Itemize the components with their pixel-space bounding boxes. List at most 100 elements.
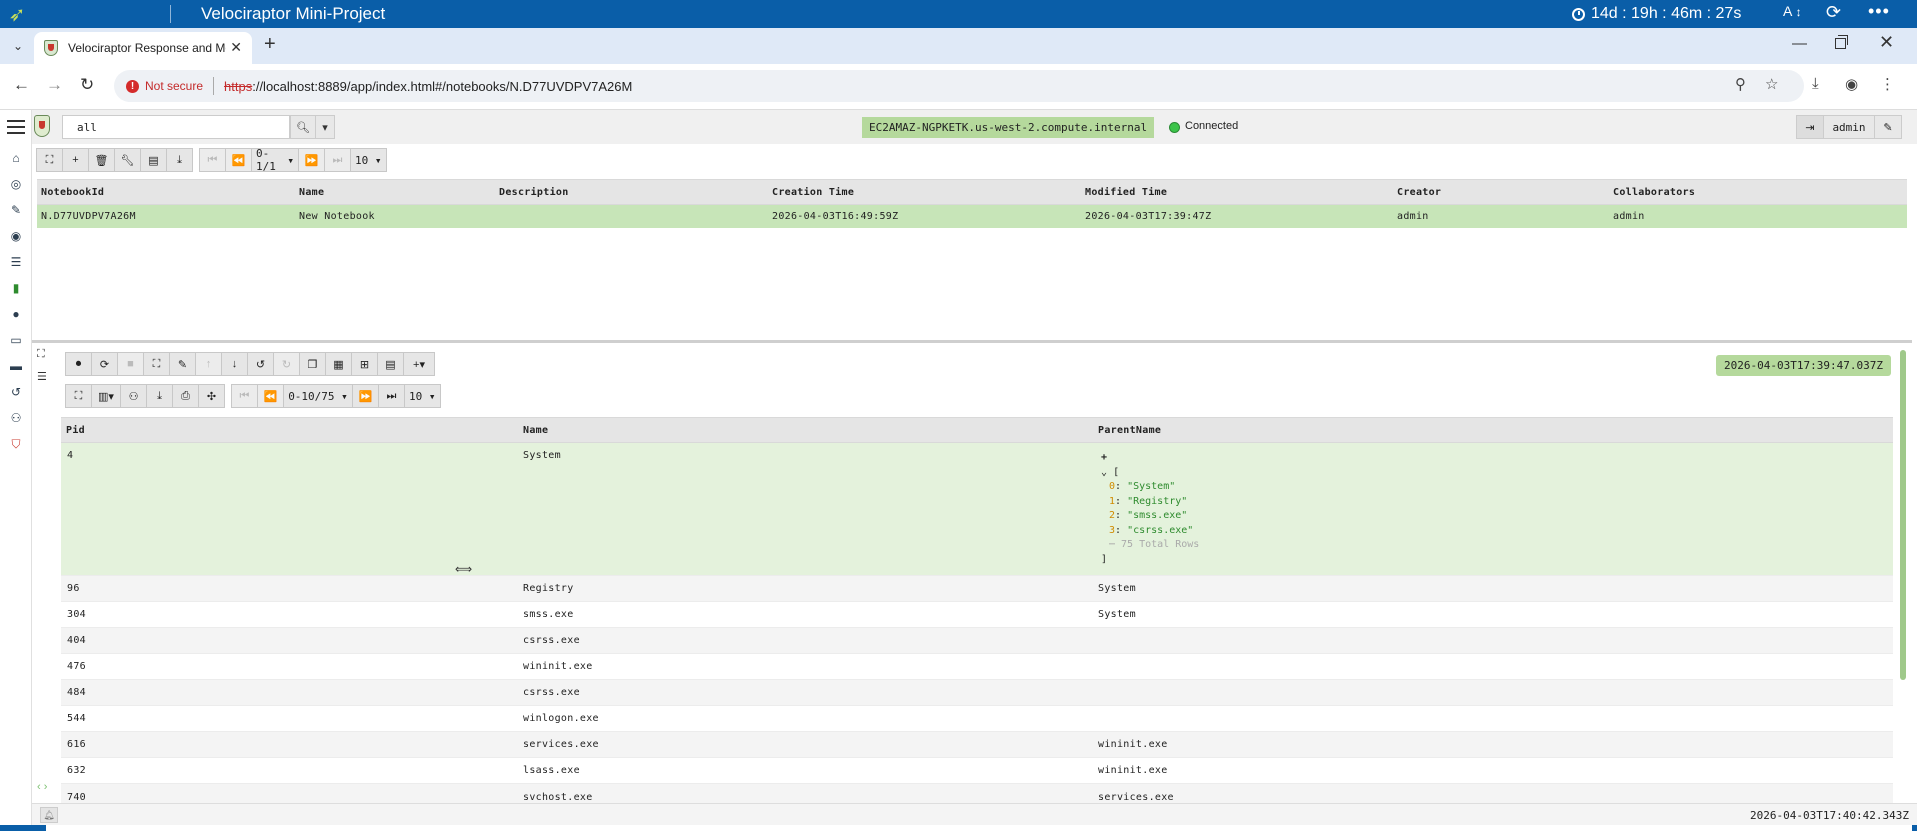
table-row[interactable]: 476 wininit.exe <box>61 654 1893 680</box>
tab-close-icon[interactable]: ✕ <box>230 39 242 56</box>
zoom-icon[interactable]: ⚲ <box>1735 75 1746 93</box>
tab-search-chevron-icon[interactable]: ⌄ <box>6 34 30 58</box>
more-icon[interactable]: ••• <box>1868 1 1890 22</box>
column-header[interactable]: Name <box>299 180 324 204</box>
url-field[interactable]: ! Not secure https ://localhost:8889/app… <box>114 70 1804 102</box>
move-down-icon[interactable]: ↓ <box>221 352 248 376</box>
client-search-input[interactable]: all <box>62 115 290 139</box>
page-range-dropdown[interactable]: 0-1/1 ▾ <box>251 147 299 173</box>
export-results-icon[interactable]: ⎙ <box>172 384 199 408</box>
column-header[interactable]: Creator <box>1397 180 1441 204</box>
next-page-icon[interactable]: ⏩ <box>298 148 325 172</box>
minimize-icon[interactable]: — <box>1792 35 1807 52</box>
eye-icon[interactable]: ◉ <box>8 228 24 244</box>
new-tab-icon[interactable]: + <box>264 33 276 56</box>
home-icon[interactable]: ⌂ <box>8 150 24 166</box>
undo-icon[interactable]: ↺ <box>247 352 274 376</box>
collapse-arrows-icon[interactable]: ‹ › <box>37 781 47 793</box>
results-page-range-dropdown[interactable]: 0-10/75 ▾ <box>283 384 353 408</box>
column-header[interactable]: Name <box>523 418 548 442</box>
binoculars-icon[interactable]: ⚇ <box>8 410 24 426</box>
notebook-icon[interactable]: ▮ <box>8 280 24 296</box>
list-icon[interactable]: ☰ <box>37 370 47 383</box>
collapse-chevron-icon[interactable]: ⌄ <box>1101 467 1107 478</box>
stop-icon[interactable]: ⏺ <box>65 352 92 376</box>
calendar-icon[interactable]: ▦ <box>325 352 352 376</box>
expand-all-icon[interactable]: ✣ <box>198 384 225 408</box>
table-row[interactable]: 96 Registry System <box>61 576 1893 602</box>
refresh-icon[interactable]: ⟳ <box>1826 2 1841 23</box>
restore-icon[interactable] <box>1835 35 1848 49</box>
logout-icon[interactable]: ⇥ <box>1797 116 1823 138</box>
download-results-icon[interactable]: ⤓ <box>146 384 173 408</box>
column-header[interactable]: ParentName <box>1098 418 1161 442</box>
table-row[interactable]: N.D77UVDPV7A26M New Notebook 2026-04-03T… <box>37 205 1907 228</box>
browser-menu-icon[interactable]: ⋮ <box>1880 75 1895 93</box>
prev-page-icon[interactable]: ⏪ <box>225 148 252 172</box>
user-icon[interactable]: ● <box>8 306 24 322</box>
column-header[interactable]: NotebookId <box>41 180 104 204</box>
user-settings-icon[interactable]: ✎ <box>1875 116 1901 138</box>
expand-plus-icon[interactable]: + <box>1101 451 1199 466</box>
wrench-icon[interactable]: ✎ <box>8 202 24 218</box>
table-row[interactable]: 4 System + ⌄ [ 0: "System" 1: "Registry"… <box>61 443 1893 576</box>
column-header[interactable]: Modified Time <box>1085 180 1167 204</box>
notification-bell-icon[interactable]: 🔔︎ <box>40 807 58 823</box>
table-row[interactable]: 304 smss.exe System <box>61 602 1893 628</box>
window-close-icon[interactable]: ✕ <box>1879 32 1894 53</box>
column-header[interactable]: Collaborators <box>1613 180 1695 204</box>
prev-page-icon[interactable]: ⏪ <box>257 384 284 408</box>
folder-icon[interactable]: ▬ <box>8 358 24 374</box>
hunt-icon[interactable]: ◎ <box>8 176 24 192</box>
pane-divider[interactable] <box>32 340 1912 343</box>
table-icon[interactable]: ⊞ <box>351 352 378 376</box>
table-row[interactable]: 544 winlogon.exe <box>61 706 1893 732</box>
server-icon[interactable]: ☰ <box>8 254 24 270</box>
forward-icon[interactable]: → <box>46 75 63 95</box>
not-secure-label[interactable]: Not secure <box>145 79 203 93</box>
client-hostname-badge[interactable]: EC2AMAZ-NGPKETK.us-west-2.compute.intern… <box>862 117 1155 138</box>
edit-wrench-icon[interactable]: 🔧︎ <box>114 148 141 172</box>
binoculars-filter-icon[interactable]: ⚇ <box>120 384 147 408</box>
browser-tab[interactable]: Velociraptor Response and Mon ✕ <box>34 32 252 64</box>
export-icon[interactable]: ▤ <box>140 148 167 172</box>
redo-icon[interactable]: ↻ <box>273 352 300 376</box>
add-cell-dropdown[interactable]: +▾ <box>403 352 435 376</box>
copy-cell-icon[interactable]: ❐ <box>299 352 326 376</box>
last-page-icon[interactable]: ⏭ <box>378 384 405 408</box>
cell-fullscreen-icon[interactable]: ⛶ <box>143 352 170 376</box>
delete-icon[interactable]: 🗑︎ <box>88 148 115 172</box>
pencil-icon[interactable]: ✎ <box>169 352 196 376</box>
table-row[interactable]: 632 lsass.exe wininit.exe <box>61 758 1893 784</box>
next-page-icon[interactable]: ⏩ <box>352 384 379 408</box>
shield-icon[interactable]: ⛉ <box>8 436 24 452</box>
page-size-dropdown[interactable]: 10 ▾ <box>350 148 387 172</box>
file-icon[interactable]: ▤ <box>377 352 404 376</box>
last-page-icon[interactable]: ⏭ <box>324 148 351 172</box>
columns-dropdown-icon[interactable]: ▥▾ <box>91 384 121 408</box>
column-header[interactable]: Pid <box>66 418 85 442</box>
table-row[interactable]: 616 services.exe wininit.exe <box>61 732 1893 758</box>
user-button[interactable]: admin <box>1823 116 1875 138</box>
table-row[interactable]: 740 svchost.exe services.exe <box>61 784 1893 804</box>
download-icon[interactable]: ⤓ <box>1812 75 1819 92</box>
expand-icon[interactable]: ⛶ <box>37 348 45 361</box>
reload-icon[interactable]: ↻ <box>80 75 94 95</box>
move-up-icon[interactable]: ↑ <box>195 352 222 376</box>
table-row[interactable]: 404 csrss.exe <box>61 628 1893 654</box>
history-icon[interactable]: ↺ <box>8 384 24 400</box>
vertical-scrollbar[interactable] <box>1900 350 1906 680</box>
stop-square-icon[interactable]: ■ <box>117 352 144 376</box>
hamburger-menu-icon[interactable] <box>7 120 25 134</box>
fullscreen-icon[interactable]: ⛶ <box>36 148 63 172</box>
laptop-icon[interactable]: ▭ <box>8 332 24 348</box>
bookmark-star-icon[interactable]: ☆ <box>1765 75 1778 93</box>
back-icon[interactable]: ← <box>13 75 30 95</box>
font-size-icon[interactable]: A ↕ <box>1783 3 1802 19</box>
download-notebook-icon[interactable]: ⤓ <box>166 148 193 172</box>
first-page-icon[interactable]: ⏮ <box>199 148 226 172</box>
velociraptor-logo-icon[interactable] <box>34 115 50 137</box>
column-header[interactable]: Description <box>499 180 569 204</box>
search-dropdown-icon[interactable]: ▾ <box>315 115 335 139</box>
profile-icon[interactable]: ◉ <box>1845 75 1858 93</box>
